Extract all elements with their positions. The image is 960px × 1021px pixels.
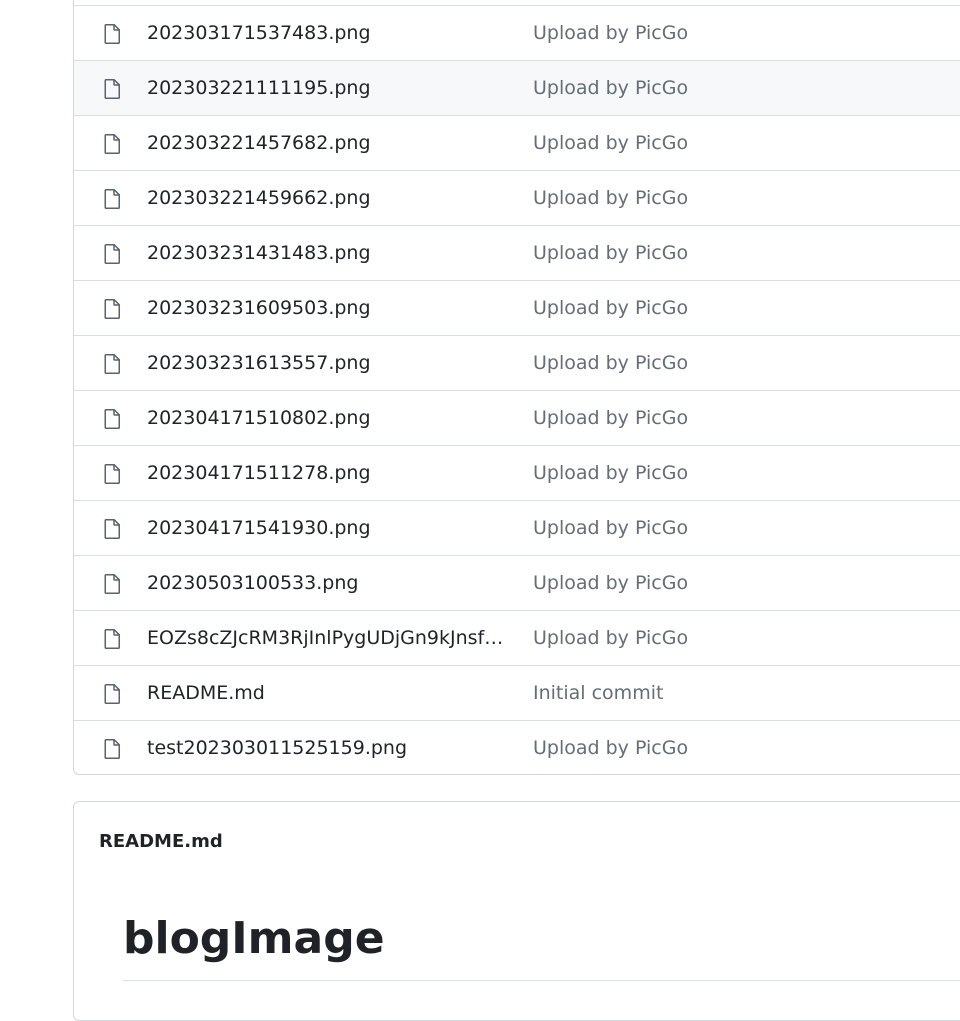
readme-header[interactable]: README.md (99, 828, 223, 856)
file-name-link[interactable]: README.md (147, 666, 509, 721)
file-row[interactable]: 202303221457682.png Upload by PicGo (74, 115, 960, 170)
file-icon (100, 242, 124, 266)
file-icon (100, 517, 124, 541)
commit-message-link[interactable]: Upload by PicGo (533, 611, 688, 666)
file-list-box: 202303171537483.png Upload by PicGo 2023… (73, 0, 960, 775)
file-row[interactable]: 202303171537483.png Upload by PicGo (74, 5, 960, 60)
commit-message-link[interactable]: Upload by PicGo (533, 6, 688, 61)
file-icon (100, 352, 124, 376)
file-icon (100, 22, 124, 46)
file-name-link[interactable]: 202303221457682.png (147, 116, 509, 171)
file-row[interactable]: 202303221459662.png Upload by PicGo (74, 170, 960, 225)
file-name-link[interactable]: 20230503100533.png (147, 556, 509, 611)
commit-message-link[interactable]: Upload by PicGo (533, 556, 688, 611)
file-name-link[interactable]: 202303221111195.png (147, 61, 509, 116)
file-name-link[interactable]: 202303231613557.png (147, 336, 509, 391)
file-icon (100, 737, 124, 761)
commit-message-link[interactable]: Upload by PicGo (533, 721, 688, 774)
file-list: 202303171537483.png Upload by PicGo 2023… (74, 5, 960, 774)
file-name-link[interactable]: 202303171537483.png (147, 6, 509, 61)
file-icon (100, 297, 124, 321)
file-name-link[interactable]: 202303221459662.png (147, 171, 509, 226)
file-row[interactable]: EOZs8cZJcRM3RjInlPygUDjGn9kJnsfK... Uplo… (74, 610, 960, 665)
file-icon (100, 627, 124, 651)
file-icon (100, 682, 124, 706)
file-name-link[interactable]: test202303011525159.png (147, 721, 509, 774)
readme-title-divider (123, 980, 960, 981)
file-row[interactable]: 202303221111195.png Upload by PicGo (74, 60, 960, 115)
file-icon (100, 187, 124, 211)
commit-message-link[interactable]: Upload by PicGo (533, 171, 688, 226)
file-row[interactable]: 202303231431483.png Upload by PicGo (74, 225, 960, 280)
file-name-link[interactable]: 202304171541930.png (147, 501, 509, 556)
commit-message-link[interactable]: Upload by PicGo (533, 61, 688, 116)
file-row[interactable]: 202304171541930.png Upload by PicGo (74, 500, 960, 555)
commit-message-link[interactable]: Initial commit (533, 666, 663, 721)
file-icon (100, 572, 124, 596)
commit-message-link[interactable]: Upload by PicGo (533, 391, 688, 446)
file-icon (100, 77, 124, 101)
commit-message-link[interactable]: Upload by PicGo (533, 501, 688, 556)
commit-message-link[interactable]: Upload by PicGo (533, 336, 688, 391)
file-row[interactable]: 202303231609503.png Upload by PicGo (74, 280, 960, 335)
file-row[interactable]: 202303231613557.png Upload by PicGo (74, 335, 960, 390)
file-row[interactable]: 202304171511278.png Upload by PicGo (74, 445, 960, 500)
file-name-link[interactable]: 202304171511278.png (147, 446, 509, 501)
commit-message-link[interactable]: Upload by PicGo (533, 226, 688, 281)
commit-message-link[interactable]: Upload by PicGo (533, 446, 688, 501)
file-row[interactable]: 20230503100533.png Upload by PicGo (74, 555, 960, 610)
file-icon (100, 132, 124, 156)
commit-message-link[interactable]: Upload by PicGo (533, 281, 688, 336)
file-name-link[interactable]: EOZs8cZJcRM3RjInlPygUDjGn9kJnsfK... (147, 611, 509, 666)
file-name-link[interactable]: 202303231609503.png (147, 281, 509, 336)
file-name-link[interactable]: 202304171510802.png (147, 391, 509, 446)
readme-title: blogImage (123, 913, 385, 964)
file-icon (100, 462, 124, 486)
file-row[interactable]: test202303011525159.png Upload by PicGo (74, 720, 960, 774)
commit-message-link[interactable]: Upload by PicGo (533, 116, 688, 171)
file-row[interactable]: README.md Initial commit (74, 665, 960, 720)
readme-panel: README.md blogImage (73, 801, 960, 1021)
file-name-link[interactable]: 202303231431483.png (147, 226, 509, 281)
file-icon (100, 407, 124, 431)
file-row[interactable]: 202304171510802.png Upload by PicGo (74, 390, 960, 445)
